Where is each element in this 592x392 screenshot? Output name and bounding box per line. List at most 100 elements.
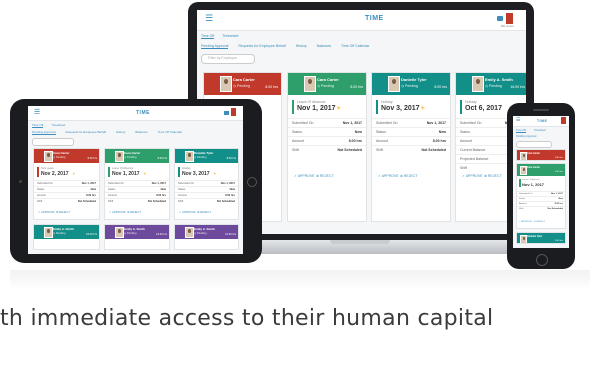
employee-name: Danielle Tyler — [194, 151, 214, 155]
tab-timesheet[interactable]: Timesheet — [222, 34, 238, 38]
employee-name: Emily A. Smith — [194, 227, 215, 231]
approve-button[interactable]: ✓ APPROVE — [179, 210, 196, 214]
user-name: Bill Jones — [501, 24, 514, 28]
reject-button[interactable]: ⊗ REJECT — [534, 220, 545, 223]
row-value: New — [438, 130, 446, 134]
row-value: Nov 1, 2017 — [220, 182, 235, 185]
approve-button[interactable]: ✓ APPROVE — [294, 174, 315, 178]
avatar[interactable] — [231, 108, 236, 116]
avatar — [115, 151, 124, 162]
approve-button[interactable]: ✓ APPROVE — [519, 220, 532, 223]
row-key: Submitted On — [178, 182, 194, 185]
tab-time-off[interactable]: Time Off — [32, 123, 44, 128]
subtab-pending[interactable]: Pending Approval — [201, 44, 229, 49]
card-header: Emily A. Smith ◷ Pending 16.00 hrs — [456, 73, 526, 95]
reject-button[interactable]: ⊗ REJECT — [400, 174, 418, 178]
app-title: TIME — [537, 119, 548, 123]
tab-time-off[interactable]: Time Off — [516, 129, 526, 133]
request-card[interactable]: Danielle Tyler ◷ Pending 8.00 hrs Holida… — [174, 148, 239, 220]
date-accent — [519, 179, 521, 187]
tablet-subtabs: Pending Approval Requests for Employee Be… — [32, 130, 192, 135]
reject-button[interactable]: ⊗ REJECT — [316, 174, 334, 178]
status-pending: ◷ Pending — [194, 232, 207, 235]
filter-input[interactable] — [32, 138, 74, 146]
row-value: Nov 1, 2017 — [426, 121, 446, 125]
subtab-calendar[interactable]: Time Off Calendar — [341, 44, 369, 48]
tab-timesheet[interactable]: Timesheet — [51, 123, 65, 127]
avatar[interactable] — [561, 117, 566, 124]
subtab-pending[interactable]: Pending Approval — [516, 135, 536, 138]
avatar[interactable] — [506, 13, 513, 24]
subtab-behalf[interactable]: Requests for Employee Behalf — [66, 130, 107, 134]
reject-button[interactable]: ⊗ REJECT — [197, 210, 211, 214]
row-value: New — [90, 188, 96, 191]
approve-button[interactable]: ✓ APPROVE — [109, 210, 126, 214]
request-card[interactable]: Emily A. Smith ◷ Pending 16.00 hrs — [104, 224, 170, 250]
subtab-balances[interactable]: Balances — [317, 44, 331, 48]
request-card[interactable]: Cara Carter ◷ Pending 8.00 hrs Leave Of … — [287, 72, 367, 222]
row-value: Nov 1, 2017 — [81, 182, 96, 185]
approve-button[interactable]: ✓ APPROVE — [38, 210, 55, 214]
subtab-pending[interactable]: Pending Approval — [32, 130, 56, 135]
tablet-tabs: Time Off Timesheet — [32, 123, 73, 128]
subtab-behalf[interactable]: Requests for Employee Behalf — [238, 44, 285, 48]
avatar — [520, 235, 527, 243]
menu-icon[interactable]: ☰ — [34, 108, 40, 116]
approve-button[interactable]: ✓ APPROVE — [378, 174, 399, 178]
status-pending: ◷ Pending — [194, 156, 207, 159]
row-key: Amount — [108, 194, 117, 197]
card-header: Danielle Tyler ◷ Pending 8.00 hrs — [175, 149, 238, 163]
card-header: Emily A. Smith ◷ Pending 16.00 hrs — [175, 225, 238, 239]
avatar — [388, 76, 400, 92]
status-pending: ◷ Pending — [124, 232, 137, 235]
request-card[interactable]: Danielle Tyler ◷ Pending 8.00 hrs Holida… — [371, 72, 451, 222]
notification-icon[interactable] — [497, 16, 503, 21]
request-card[interactable]: Cara Carter ◷ Pending 8.00 hrs Sick Leav… — [33, 148, 100, 220]
menu-icon[interactable]: ☰ — [516, 117, 520, 123]
avatar — [44, 227, 53, 238]
filter-input[interactable]: Filter by Employee — [201, 54, 255, 64]
reject-button[interactable]: ⊗ REJECT — [127, 210, 141, 214]
subtab-balances[interactable]: Balances — [135, 130, 147, 134]
reject-button[interactable]: ⊗ REJECT — [484, 174, 502, 178]
request-card[interactable]: Emily A. Smith ◷ Pending 16.00 hrs — [33, 224, 100, 250]
subtab-history[interactable]: History — [296, 44, 307, 48]
hours-label: 8.00 hrs — [350, 85, 363, 89]
request-date: Nov 1, 2017 — [112, 171, 140, 177]
phone-home-button[interactable] — [536, 254, 548, 266]
tab-time-off[interactable]: Time Off — [201, 34, 215, 39]
sun-icon: ☀ — [143, 171, 147, 176]
row-key: Submitted On — [108, 182, 124, 185]
app-title: TIME — [136, 110, 150, 116]
reject-button[interactable]: ⊗ REJECT — [56, 210, 70, 214]
row-value: 8.00 hrs — [225, 194, 235, 197]
request-date: Oct 6, 2017 — [465, 105, 502, 112]
request-card[interactable]: Danielle Tyler 8.00 hrs — [516, 232, 566, 244]
notification-icon[interactable] — [224, 111, 229, 115]
employee-name: Emily A. Smith — [485, 77, 513, 82]
floor-reflection — [10, 270, 590, 290]
request-card[interactable]: Cara Carter ◷ Pending 8.00 hrs Leave Of … — [104, 148, 170, 220]
request-card[interactable]: Cara Carter 8.00 hrs Leave Of Absence No… — [516, 163, 566, 229]
approve-button[interactable]: ✓ APPROVE — [462, 174, 483, 178]
card-header: Danielle Tyler ◷ Pending 8.00 hrs — [372, 73, 450, 95]
request-card[interactable]: Cara Carter 8.00 hrs — [516, 149, 566, 161]
subtab-calendar[interactable]: Time Off Calendar — [158, 130, 182, 134]
tab-timesheet[interactable]: Timesheet — [534, 129, 546, 132]
card-header: Cara Carter ◷ Pending 8.00 hrs — [34, 149, 99, 163]
request-card[interactable]: Emily A. Smith ◷ Pending 16.00 hrs — [174, 224, 239, 250]
tablet-home-button[interactable] — [247, 177, 257, 187]
date-accent — [178, 167, 180, 177]
card-header: Cara Carter ◷ Pending 8.00 hrs — [105, 149, 169, 163]
hours-label: 8.00 hrs — [434, 85, 447, 89]
subtab-history[interactable]: History — [116, 130, 125, 134]
date-label: Leave Of Absence — [112, 167, 134, 170]
row-value: Not Scheduled — [216, 200, 235, 203]
tablet-screen: ☰ TIME Time Off Timesheet Pending Approva… — [28, 106, 243, 254]
status-pending: ◷ Pending — [233, 84, 250, 88]
menu-icon[interactable]: ☰ — [205, 14, 213, 24]
row-value: New — [229, 188, 235, 191]
hours-label: 16.00 hrs — [225, 233, 236, 236]
hours-label: 16.00 hrs — [86, 233, 97, 236]
filter-input[interactable] — [516, 141, 552, 148]
